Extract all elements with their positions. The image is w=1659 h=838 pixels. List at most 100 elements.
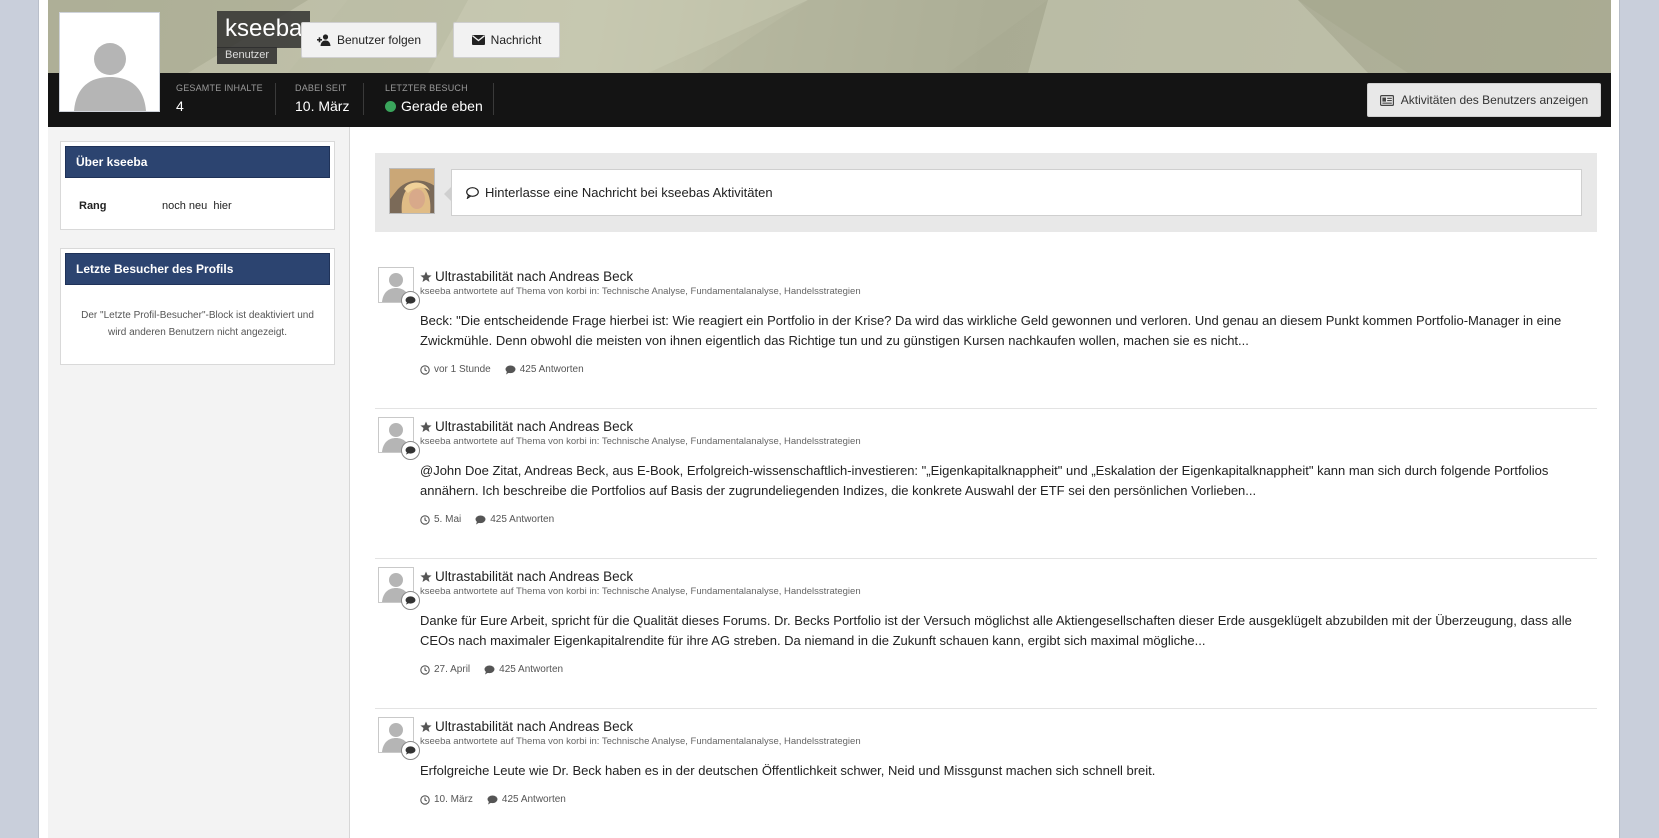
activity-item: Ultrastabilität nach Andreas Beck kseeba… bbox=[375, 709, 1597, 838]
activity-item-body: Ultrastabilität nach Andreas Beck kseeba… bbox=[420, 259, 1597, 393]
star-icon bbox=[420, 571, 432, 582]
recent-visitors-title: Letzte Besucher des Profils bbox=[65, 253, 330, 285]
activity-item-time: 5. Mai bbox=[420, 514, 461, 525]
rank-value: noch neu hier bbox=[162, 200, 232, 212]
item-author-avatar[interactable] bbox=[378, 417, 420, 460]
clock-icon bbox=[420, 664, 430, 675]
activity-item-footer: 10. März 425 Antworten bbox=[420, 794, 1597, 823]
stat-last-visit-value: Gerade eben bbox=[401, 98, 483, 114]
envelope-icon bbox=[471, 35, 485, 45]
star-icon bbox=[420, 271, 432, 282]
stat-total-content: Gesamte Inhalte 4 bbox=[176, 83, 263, 114]
activity-item-text: Danke für Eure Arbeit, spricht für die Q… bbox=[420, 613, 1572, 648]
recent-visitors-widget: Letzte Besucher des Profils Der "Letzte … bbox=[60, 248, 335, 365]
stat-member-since-value: 10. März bbox=[295, 98, 350, 114]
activity-item-time-text: 5. Mai bbox=[434, 514, 462, 525]
profile-avatar[interactable] bbox=[59, 12, 160, 112]
comment-badge-icon bbox=[401, 591, 420, 610]
stat-label: Dabei seit bbox=[295, 83, 347, 93]
rank-label: Rang bbox=[79, 200, 107, 212]
activity-item-time-text: 10. März bbox=[434, 794, 473, 805]
activity-item-title-text: Ultrastabilität nach Andreas Beck bbox=[435, 419, 634, 434]
activity-item-footer: 27. April 425 Antworten bbox=[420, 664, 1597, 693]
activity-item-meta: kseeba antwortete auf Thema von korbi in… bbox=[420, 586, 861, 597]
current-user-avatar[interactable] bbox=[389, 168, 435, 214]
view-user-activity-label: Aktivitäten des Benutzers anzeigen bbox=[1400, 93, 1589, 107]
user-photo bbox=[390, 169, 434, 213]
status-composer: Hinterlasse eine Nachricht bei kseebas A… bbox=[375, 153, 1597, 232]
activity-item-replies[interactable]: 425 Antworten bbox=[484, 664, 563, 675]
star-icon bbox=[420, 421, 432, 432]
activity-item-title[interactable]: Ultrastabilität nach Andreas Beck bbox=[420, 719, 1597, 734]
speech-bubble-icon bbox=[466, 186, 479, 199]
star-icon bbox=[420, 721, 432, 732]
activity-item-title[interactable]: Ultrastabilität nach Andreas Beck bbox=[420, 419, 1597, 434]
rank-row: Rang noch neu hier bbox=[61, 182, 334, 212]
status-message-input[interactable]: Hinterlasse eine Nachricht bei kseebas A… bbox=[444, 169, 1582, 216]
activity-item-time-text: vor 1 Stunde bbox=[434, 364, 491, 375]
activity-item-time: 10. März bbox=[420, 794, 473, 805]
page: kseeba Benutzer Benutzer folgen Nachrich… bbox=[38, 0, 1620, 838]
item-author-avatar[interactable] bbox=[378, 567, 420, 610]
message-label: Nachricht bbox=[490, 33, 542, 47]
activity-item-text: Erfolgreiche Leute wie Dr. Beck haben es… bbox=[420, 763, 1156, 778]
user-role: Benutzer bbox=[217, 47, 278, 64]
activity-item-meta: kseeba antwortete auf Thema von korbi in… bbox=[420, 436, 861, 447]
follow-user-button[interactable]: Benutzer folgen bbox=[301, 22, 437, 58]
activity-item-body: Ultrastabilität nach Andreas Beck kseeba… bbox=[420, 559, 1597, 693]
activity-stream: Hinterlasse eine Nachricht bei kseebas A… bbox=[350, 127, 1611, 838]
activity-item: Ultrastabilität nach Andreas Beck kseeba… bbox=[375, 259, 1597, 409]
comment-badge-icon bbox=[401, 291, 420, 310]
activity-item-text: @John Doe Zitat, Andreas Beck, aus E-Boo… bbox=[420, 463, 1549, 498]
activity-item: Ultrastabilität nach Andreas Beck kseeba… bbox=[375, 559, 1597, 709]
stat-value: 4 bbox=[176, 98, 263, 114]
comment-badge-icon bbox=[401, 441, 420, 460]
profile-sidebar: Über kseeba Rang noch neu hier Letzte Be… bbox=[48, 127, 350, 838]
stat-label: Letzter Besuch bbox=[385, 83, 468, 93]
comment-icon bbox=[487, 795, 498, 804]
activity-item-replies[interactable]: 425 Antworten bbox=[475, 514, 554, 525]
activity-item-meta: kseeba antwortete auf Thema von korbi in… bbox=[420, 736, 861, 747]
activity-item-text: Beck: "Die entscheidende Frage hierbei i… bbox=[420, 313, 1562, 348]
activity-item-replies-text: 425 Antworten bbox=[499, 664, 564, 675]
activity-feed: Ultrastabilität nach Andreas Beck kseeba… bbox=[375, 259, 1597, 838]
clock-icon bbox=[420, 514, 430, 525]
activity-item: Ultrastabilität nach Andreas Beck kseeba… bbox=[375, 409, 1597, 559]
stat-member-since: Dabei seit 10. März bbox=[295, 83, 349, 114]
stat-total-content-value: 4 bbox=[176, 98, 184, 114]
comment-icon bbox=[475, 515, 486, 524]
online-status-icon bbox=[385, 100, 396, 112]
item-author-avatar[interactable] bbox=[378, 717, 420, 760]
view-user-activity-button[interactable]: Aktivitäten des Benutzers anzeigen bbox=[1367, 83, 1601, 117]
activity-item-title[interactable]: Ultrastabilität nach Andreas Beck bbox=[420, 269, 1597, 284]
comment-badge-icon bbox=[401, 741, 420, 760]
activity-item-title-text: Ultrastabilität nach Andreas Beck bbox=[435, 569, 634, 584]
stat-label: Gesamte Inhalte bbox=[176, 83, 263, 93]
activity-item-time: vor 1 Stunde bbox=[420, 364, 491, 375]
stat-value: Gerade eben bbox=[385, 98, 483, 114]
activity-item-time: 27. April bbox=[420, 664, 470, 675]
activity-item-replies-text: 425 Antworten bbox=[490, 514, 555, 525]
stat-divider bbox=[493, 83, 494, 115]
activity-item-title-text: Ultrastabilität nach Andreas Beck bbox=[435, 719, 634, 734]
user-plus-icon bbox=[316, 34, 331, 46]
activity-item-replies[interactable]: 425 Antworten bbox=[487, 794, 566, 805]
recent-visitors-note: Der "Letzte Profil-Besucher"-Block ist d… bbox=[81, 310, 314, 338]
activity-item-replies-text: 425 Antworten bbox=[501, 794, 566, 805]
activity-item-body: Ultrastabilität nach Andreas Beck kseeba… bbox=[420, 709, 1597, 823]
stat-last-visit: Letzter Besuch Gerade eben bbox=[385, 83, 483, 114]
message-button[interactable]: Nachricht bbox=[453, 22, 560, 58]
follow-user-label: Benutzer folgen bbox=[336, 33, 422, 47]
activity-item-replies[interactable]: 425 Antworten bbox=[505, 364, 584, 375]
id-card-icon bbox=[1379, 94, 1394, 106]
item-author-avatar[interactable] bbox=[378, 267, 420, 310]
activity-item-body: Ultrastabilität nach Andreas Beck kseeba… bbox=[420, 409, 1597, 543]
activity-item-title[interactable]: Ultrastabilität nach Andreas Beck bbox=[420, 569, 1597, 584]
activity-item-footer: vor 1 Stunde 425 Antworten bbox=[420, 364, 1597, 393]
comment-icon bbox=[484, 665, 495, 674]
clock-icon bbox=[420, 364, 430, 375]
activity-item-replies-text: 425 Antworten bbox=[519, 364, 584, 375]
clock-icon bbox=[420, 794, 430, 805]
profile-stats-bar: Gesamte Inhalte 4 Dabei seit 10. März Le… bbox=[48, 73, 1611, 127]
username-box: kseeba bbox=[217, 11, 311, 48]
